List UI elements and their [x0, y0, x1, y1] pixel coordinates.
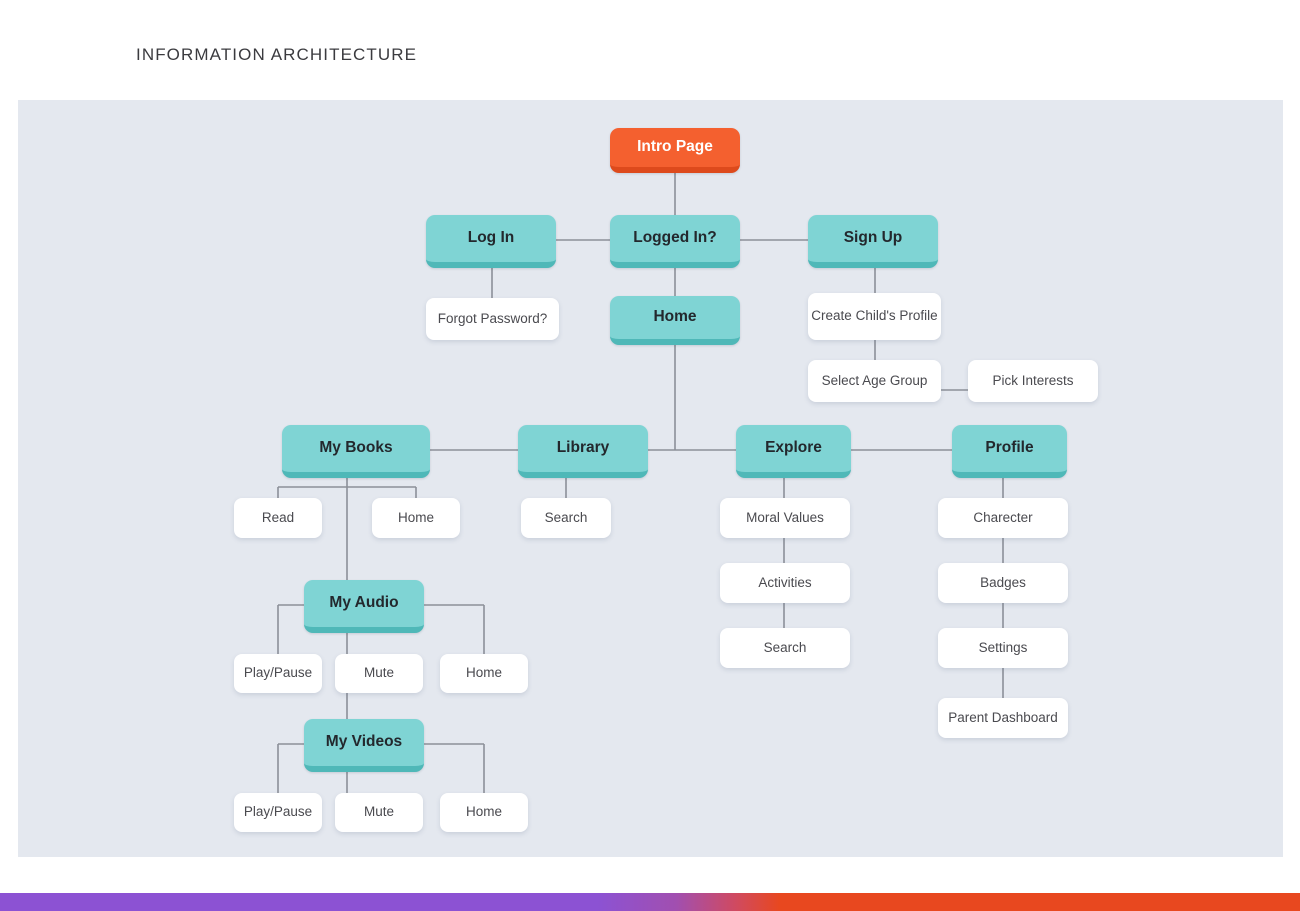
node-label: Play/Pause: [243, 665, 313, 681]
node-label: Home: [653, 308, 697, 326]
node-label: Library: [556, 439, 610, 457]
node-audio-mute[interactable]: Mute: [335, 654, 423, 693]
node-label: Explore: [765, 439, 822, 457]
page-title: INFORMATION ARCHITECTURE: [136, 45, 418, 64]
node-audio-home[interactable]: Home: [440, 654, 528, 693]
node-my-books[interactable]: My Books: [282, 425, 430, 478]
node-label: Activities: [758, 574, 812, 590]
node-label: Moral Values: [746, 509, 824, 525]
node-label: Sign Up: [843, 229, 903, 247]
node-label: Read: [261, 509, 295, 525]
node-video-play-pause[interactable]: Play/Pause: [234, 793, 322, 832]
node-label: Search: [763, 639, 807, 655]
node-label: Forgot Password?: [437, 310, 548, 326]
node-label: Home: [465, 804, 502, 820]
node-video-mute[interactable]: Mute: [335, 793, 423, 832]
node-settings[interactable]: Settings: [938, 628, 1068, 668]
node-label: Mute: [363, 804, 394, 820]
node-moral-values[interactable]: Moral Values: [720, 498, 850, 538]
node-badges[interactable]: Badges: [938, 563, 1068, 603]
node-label: My Books: [319, 439, 393, 457]
node-label: Create Child's Profile: [811, 308, 938, 324]
node-label: Play/Pause: [243, 804, 313, 820]
node-log-in[interactable]: Log In: [426, 215, 556, 268]
diagram-canvas: Intro Page Log In Logged In? Sign Up For…: [18, 100, 1283, 857]
node-explore-search[interactable]: Search: [720, 628, 850, 668]
footer-accent-bar: [0, 893, 1300, 911]
node-label: Mute: [363, 665, 394, 681]
node-charecter[interactable]: Charecter: [938, 498, 1068, 538]
node-label: Home: [397, 509, 434, 525]
node-audio-play-pause[interactable]: Play/Pause: [234, 654, 322, 693]
node-books-read[interactable]: Read: [234, 498, 322, 538]
node-label: My Videos: [325, 733, 403, 751]
node-profile[interactable]: Profile: [952, 425, 1067, 478]
node-video-home[interactable]: Home: [440, 793, 528, 832]
node-label: Settings: [978, 639, 1028, 655]
node-sign-up[interactable]: Sign Up: [808, 215, 938, 268]
node-forgot-password[interactable]: Forgot Password?: [426, 298, 559, 340]
node-select-age-group[interactable]: Select Age Group: [808, 360, 941, 402]
node-parent-dashboard[interactable]: Parent Dashboard: [938, 698, 1068, 738]
node-home[interactable]: Home: [610, 296, 740, 345]
node-my-audio[interactable]: My Audio: [304, 580, 424, 633]
node-label: Search: [544, 509, 588, 525]
node-label: Home: [465, 665, 502, 681]
node-label: Profile: [985, 439, 1034, 457]
node-pick-interests[interactable]: Pick Interests: [968, 360, 1098, 402]
node-books-home[interactable]: Home: [372, 498, 460, 538]
node-label: Parent Dashboard: [948, 709, 1058, 725]
node-my-videos[interactable]: My Videos: [304, 719, 424, 772]
node-activities[interactable]: Activities: [720, 563, 850, 603]
node-label: Log In: [467, 229, 515, 247]
connector-lines: [277, 173, 1004, 793]
node-label: Select Age Group: [821, 372, 928, 388]
node-library[interactable]: Library: [518, 425, 648, 478]
node-label: Intro Page: [637, 138, 713, 156]
node-label: Logged In?: [633, 229, 717, 247]
node-library-search[interactable]: Search: [521, 498, 611, 538]
node-explore[interactable]: Explore: [736, 425, 851, 478]
node-label: Badges: [980, 574, 1026, 590]
node-label: Pick Interests: [992, 372, 1074, 388]
node-create-child-profile[interactable]: Create Child's Profile: [808, 293, 941, 340]
node-label: Charecter: [973, 509, 1033, 525]
node-label: My Audio: [329, 594, 399, 612]
node-logged-in[interactable]: Logged In?: [610, 215, 740, 268]
node-intro-page[interactable]: Intro Page: [610, 128, 740, 173]
